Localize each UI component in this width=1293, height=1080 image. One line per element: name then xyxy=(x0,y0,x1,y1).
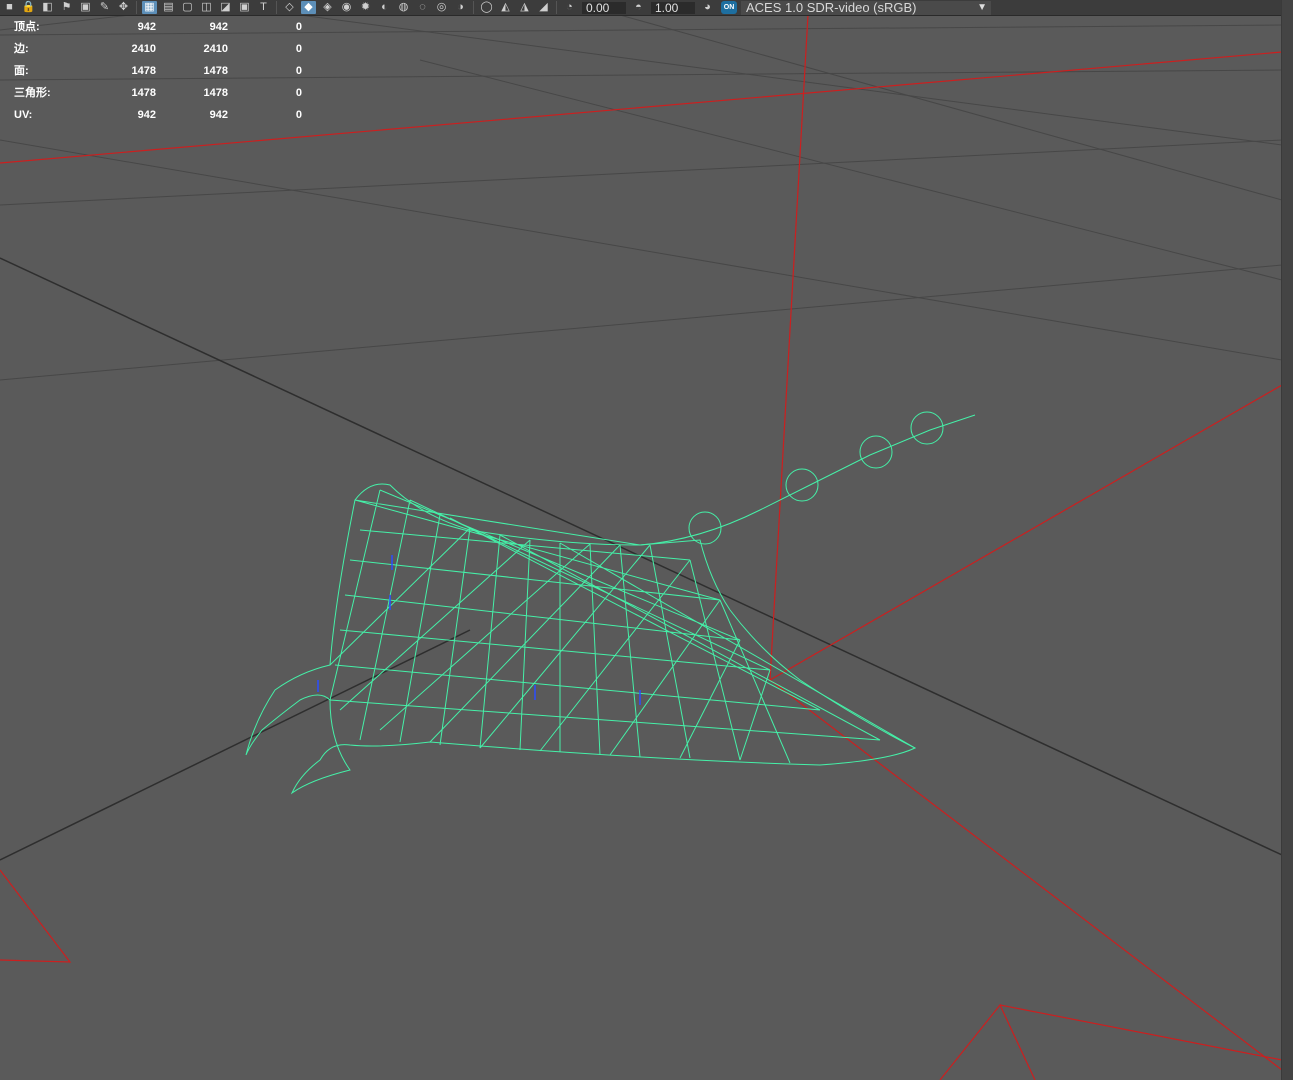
stingray-outline xyxy=(245,483,917,795)
isolate-select-icon[interactable]: ◯ xyxy=(479,1,494,14)
multisample-aa-icon[interactable]: ◎ xyxy=(434,1,449,14)
gamma-field[interactable]: 1.00 xyxy=(651,1,695,14)
field-chart-icon[interactable]: ◪ xyxy=(218,1,233,14)
hud-row: 三角形: 1478 1478 0 xyxy=(14,82,302,104)
color-management-toggle[interactable]: ON xyxy=(721,1,737,14)
safe-title-icon[interactable]: T xyxy=(256,1,271,14)
textured-icon[interactable]: ◉ xyxy=(339,1,354,14)
motion-blur-icon[interactable]: ◌ xyxy=(415,1,430,14)
resolution-gate-icon[interactable]: ▢ xyxy=(180,1,195,14)
grease-pencil-icon[interactable]: ✎ xyxy=(97,1,112,14)
backface-culling-icon[interactable]: ◢ xyxy=(536,1,551,14)
hud-value-selected: 942 xyxy=(209,21,228,33)
bookmark-icon[interactable]: ⚑ xyxy=(59,1,74,14)
hud-value-selected: 2410 xyxy=(203,43,228,55)
tail-joint-4 xyxy=(910,411,944,445)
right-panel-edge xyxy=(1281,0,1293,1080)
red-bounding-lines xyxy=(0,14,1282,1080)
color-space-label: ACES 1.0 SDR-video (sRGB) xyxy=(746,0,917,15)
hud-value-visible: 942 xyxy=(137,21,156,33)
toolbar-separator xyxy=(276,1,277,14)
depth-of-field-icon[interactable]: ◑ xyxy=(453,1,468,14)
exposure-field[interactable]: 0.00 xyxy=(582,1,626,14)
hud-row: 顶点: 942 942 0 xyxy=(14,16,302,38)
hud-value-visible: 1478 xyxy=(131,87,156,99)
hud-value-selected: 1478 xyxy=(203,65,228,77)
hud-value-selected-count: 0 xyxy=(295,65,302,77)
lock-camera-icon[interactable]: 🔒 xyxy=(21,1,36,14)
film-gate-icon[interactable]: ▤ xyxy=(161,1,176,14)
hud-value-visible: 2410 xyxy=(131,43,156,55)
hud-row: 边: 2410 2410 0 xyxy=(14,38,302,60)
viewport-toolbar: ■ 🔒 ◧ ⚑ ▣ ✎ ✥ ▦ ▤ ▢ ◫ ◪ ▣ T ◇ ◆ ◈ ◉ ✹ ◐ ◍ ◌ ◎ ◑ ◯ ◭ ◮ ◢ ◔ 0.00 ◓ 1.00 ◕ O… xyxy=(0,0,1282,16)
hud-value-selected-count: 0 xyxy=(295,109,302,121)
hud-label: 面: xyxy=(14,65,29,77)
mesh-lines xyxy=(329,489,916,764)
wireframe-on-shaded-icon[interactable]: ◈ xyxy=(320,1,335,14)
shadows-icon[interactable]: ◐ xyxy=(377,1,392,14)
toolbar-separator xyxy=(556,1,557,14)
screen-space-ao-icon[interactable]: ◍ xyxy=(396,1,411,14)
tail xyxy=(639,414,976,546)
hud-value-selected-count: 0 xyxy=(295,21,302,33)
hud-label: UV: xyxy=(14,109,33,121)
tail-joint-1 xyxy=(688,511,722,545)
toolbar-separator xyxy=(473,1,474,14)
hud-value-selected: 1478 xyxy=(203,87,228,99)
image-plane-icon[interactable]: ▣ xyxy=(78,1,93,14)
axis-lines xyxy=(0,257,1282,861)
toolbar-separator xyxy=(136,1,137,14)
poly-count-hud: 顶点: 942 942 0 边: 2410 2410 0 面: 1478 1478 0 三角形: 1478… xyxy=(14,16,302,126)
hud-label: 边: xyxy=(14,43,29,55)
color-management-icon[interactable]: ◕ xyxy=(700,1,715,14)
grid-icon[interactable]: ▦ xyxy=(142,1,157,14)
xray-joints-icon[interactable]: ◮ xyxy=(517,1,532,14)
color-space-select[interactable]: ACES 1.0 SDR-video (sRGB) ▼ xyxy=(741,0,991,15)
hud-label: 三角形: xyxy=(14,87,51,99)
hud-row: UV: 942 942 0 xyxy=(14,104,302,126)
gamma-icon[interactable]: ◓ xyxy=(631,1,646,14)
xray-icon[interactable]: ◭ xyxy=(498,1,513,14)
wireframe-icon[interactable]: ◇ xyxy=(282,1,297,14)
exposure-icon[interactable]: ◔ xyxy=(562,1,577,14)
2d-pan-icon[interactable]: ✥ xyxy=(116,1,131,14)
hud-value-selected-count: 0 xyxy=(295,43,302,55)
camera-attributes-icon[interactable]: ◧ xyxy=(40,1,55,14)
hud-value-visible: 1478 xyxy=(131,65,156,77)
chevron-down-icon[interactable]: ▼ xyxy=(977,1,991,15)
stingray-wireframe[interactable] xyxy=(245,411,976,795)
safe-action-icon[interactable]: ▣ xyxy=(237,1,252,14)
viewport-canvas[interactable] xyxy=(0,0,1282,1080)
camera-icon[interactable]: ■ xyxy=(2,1,17,14)
smooth-shade-icon[interactable]: ◆ xyxy=(301,1,316,14)
use-all-lights-icon[interactable]: ✹ xyxy=(358,1,373,14)
hud-row: 面: 1478 1478 0 xyxy=(14,60,302,82)
hud-label: 顶点: xyxy=(14,21,40,33)
hud-value-visible: 942 xyxy=(137,109,156,121)
hud-value-selected-count: 0 xyxy=(295,87,302,99)
tail-joint-2 xyxy=(785,468,819,502)
hud-value-selected: 942 xyxy=(209,109,228,121)
gate-mask-icon[interactable]: ◫ xyxy=(199,1,214,14)
